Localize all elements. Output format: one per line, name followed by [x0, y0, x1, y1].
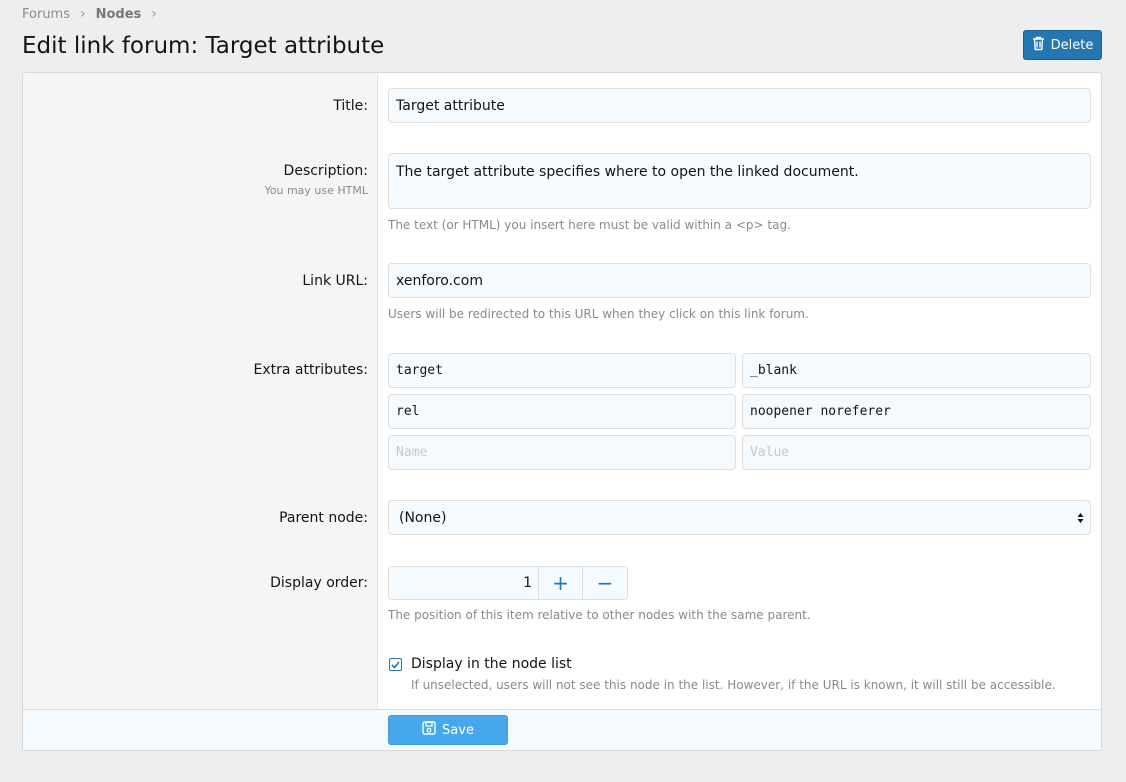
trash-icon — [1032, 36, 1045, 55]
breadcrumb: Forums › Nodes › — [22, 6, 167, 22]
display-order-explain: The position of this item relative to ot… — [388, 608, 811, 622]
select-arrows-icon — [1077, 512, 1084, 523]
attribute-name-input[interactable]: rel — [388, 394, 736, 429]
parent-node-select[interactable]: (None) — [388, 500, 1091, 535]
description-textarea[interactable]: The target attribute specifies where to … — [388, 153, 1091, 209]
parent-node-selected-value: (None) — [399, 509, 447, 526]
checkmark-icon — [391, 660, 400, 669]
page-title: Edit link forum: Target attribute — [22, 33, 385, 59]
extra-attributes-label: Extra attributes: — [253, 362, 368, 378]
save-button[interactable]: Save — [388, 715, 508, 745]
display-order-input[interactable]: 1 — [389, 567, 539, 599]
display-in-list-hint: If unselected, users will not see this n… — [411, 678, 1056, 692]
delete-button[interactable]: Delete — [1023, 30, 1102, 60]
save-icon — [422, 721, 436, 739]
title-input[interactable]: Target attribute — [388, 88, 1091, 123]
description-label: Description: — [283, 163, 368, 179]
delete-button-label: Delete — [1050, 37, 1094, 53]
display-order-stepper: 1 + − — [388, 566, 628, 600]
edit-link-forum-form: Title: Target attribute Description: You… — [22, 72, 1102, 751]
attribute-name-input-empty[interactable]: Name — [388, 435, 736, 470]
description-html-hint: You may use HTML — [264, 184, 369, 197]
parent-node-label: Parent node: — [279, 510, 368, 526]
save-button-label: Save — [442, 722, 474, 738]
breadcrumb-separator: › — [80, 6, 86, 22]
increment-button[interactable]: + — [539, 567, 583, 599]
link-url-explain: Users will be redirected to this URL whe… — [388, 307, 809, 321]
attribute-value-input-empty[interactable]: Value — [742, 435, 1091, 470]
breadcrumb-forums-link[interactable]: Forums — [22, 7, 70, 22]
attribute-value-input[interactable]: noopener noreferer — [742, 394, 1091, 429]
attribute-value-input[interactable]: _blank — [742, 353, 1091, 388]
breadcrumb-nodes-link[interactable]: Nodes — [96, 7, 142, 22]
page: Forums › Nodes › Edit link forum: Target… — [0, 0, 1126, 782]
attribute-name-input[interactable]: target — [388, 353, 736, 388]
link-url-input[interactable]: xenforo.com — [388, 263, 1091, 298]
display-in-list-label[interactable]: Display in the node list — [411, 656, 572, 672]
display-order-label: Display order: — [270, 575, 368, 591]
display-in-list-checkbox[interactable] — [389, 658, 402, 671]
decrement-button[interactable]: − — [583, 567, 627, 599]
title-label: Title: — [333, 98, 368, 114]
description-explain: The text (or HTML) you insert here must … — [388, 218, 791, 232]
breadcrumb-separator: › — [151, 6, 157, 22]
link-url-label: Link URL: — [302, 273, 368, 289]
form-footer: Save — [23, 709, 1101, 750]
